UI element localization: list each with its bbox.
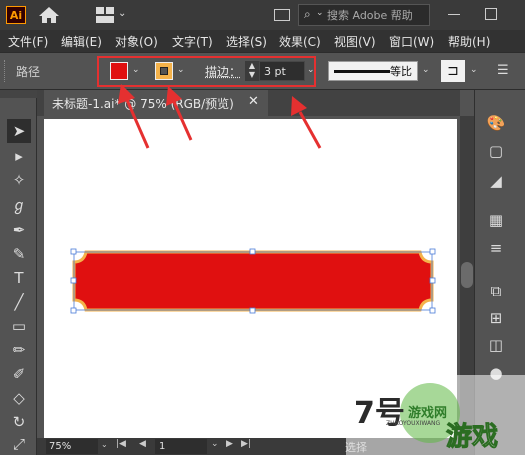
menu-edit[interactable]: 编辑(E) — [61, 33, 102, 50]
type-tool-icon[interactable]: T — [9, 268, 29, 288]
watermark-logo: 7号 游戏网 ZHAOYOUXIWANG 游戏 — [346, 375, 525, 455]
menu-effect[interactable]: 效果(C) — [279, 33, 321, 50]
annotation-highlight-box — [97, 56, 316, 87]
profile-label: 等比 — [390, 65, 412, 78]
panel-menu-icon[interactable]: ☰ — [497, 63, 509, 78]
artboard-number-field[interactable]: 1 — [155, 439, 207, 454]
scrollbar-thumb[interactable] — [461, 262, 473, 288]
first-artboard-icon[interactable]: |◀ — [116, 439, 126, 449]
document-tab-title[interactable]: 未标题-1.ai* @ 75% (RGB/预览) — [52, 95, 234, 112]
selected-path-shape[interactable] — [70, 248, 436, 314]
line-tool-icon[interactable]: ╱ — [9, 292, 29, 312]
zoom-field[interactable]: 75% — [46, 439, 98, 454]
scale-tool-icon[interactable]: ⤢ — [9, 434, 29, 454]
rotate-tool-icon[interactable]: ↻ — [9, 412, 29, 432]
menu-file[interactable]: 文件(F) — [8, 33, 48, 50]
grip-icon[interactable] — [4, 60, 9, 82]
chevron-down-icon[interactable]: ⌄ — [470, 65, 478, 75]
document-panel-icon[interactable]: ▢ — [486, 141, 506, 161]
profile-line-icon — [334, 70, 390, 73]
menu-object[interactable]: 对象(O) — [115, 33, 158, 50]
shaper-tool-icon[interactable]: ✐ — [9, 364, 29, 384]
eraser-tool-icon[interactable]: ◇ — [9, 388, 29, 408]
curvature-tool-icon[interactable]: ✎ — [9, 244, 29, 264]
align-icon[interactable]: ⊞ — [486, 308, 506, 328]
brush-definition-icon[interactable]: ⊐ — [441, 60, 465, 82]
selection-tool-icon[interactable]: ➤ — [7, 119, 31, 143]
transform-icon[interactable]: ⧉ — [486, 281, 506, 301]
close-icon[interactable]: ✕ — [248, 94, 259, 109]
swatches-icon[interactable]: ▦ — [486, 210, 506, 230]
tools-panel-header[interactable] — [0, 90, 37, 98]
selection-type-label: 路径 — [16, 65, 41, 79]
chevron-down-icon[interactable]: ⌄ — [101, 440, 108, 449]
menu-view[interactable]: 视图(V) — [334, 33, 376, 50]
search-placeholder: 搜索 Adobe 帮助 — [327, 9, 413, 22]
last-artboard-icon[interactable]: ▶| — [241, 439, 251, 449]
pen-tool-icon[interactable]: ✒ — [9, 220, 29, 240]
previous-artboard-icon[interactable]: ◀ — [139, 439, 146, 449]
chevron-down-icon: ⌄ — [316, 8, 324, 18]
paintbrush-tool-icon[interactable]: ✏ — [9, 340, 29, 360]
menu-select[interactable]: 选择(S) — [226, 33, 267, 50]
color-guide-icon[interactable]: ◢ — [486, 171, 506, 191]
svg-text:游戏: 游戏 — [446, 422, 498, 452]
stroke-panel-icon[interactable]: ≡ — [486, 238, 506, 258]
pathfinder-icon[interactable]: ◫ — [486, 335, 506, 355]
menu-type[interactable]: 文字(T) — [172, 33, 213, 50]
app-logo: Ai — [6, 6, 26, 24]
minimize-icon[interactable] — [448, 14, 460, 15]
title-bar — [0, 0, 525, 30]
home-icon[interactable] — [38, 6, 60, 24]
svg-text:ZHAOYOUXIWANG: ZHAOYOUXIWANG — [386, 420, 441, 427]
svg-text:游戏网: 游戏网 — [408, 405, 447, 421]
panel-toggle-icon[interactable] — [274, 9, 290, 21]
search-icon: ⌕ — [304, 7, 311, 21]
chevron-down-icon[interactable]: ⌄ — [422, 65, 430, 75]
workspace-grid-icon[interactable] — [96, 7, 114, 23]
maximize-icon[interactable] — [485, 8, 497, 20]
next-artboard-icon[interactable]: ▶ — [226, 439, 233, 449]
color-panel-icon[interactable]: 🎨 — [486, 113, 506, 133]
magic-wand-tool-icon[interactable]: ✧ — [9, 170, 29, 190]
menu-help[interactable]: 帮助(H) — [448, 33, 490, 50]
chevron-down-icon[interactable]: ⌄ — [211, 439, 219, 449]
direct-selection-tool-icon[interactable]: ▸ — [9, 146, 29, 166]
menu-window[interactable]: 窗口(W) — [389, 33, 434, 50]
chevron-down-icon[interactable]: ⌄ — [118, 8, 126, 19]
lasso-tool-icon[interactable]: ℊ — [9, 195, 29, 215]
rectangle-tool-icon[interactable]: ▭ — [9, 316, 29, 336]
